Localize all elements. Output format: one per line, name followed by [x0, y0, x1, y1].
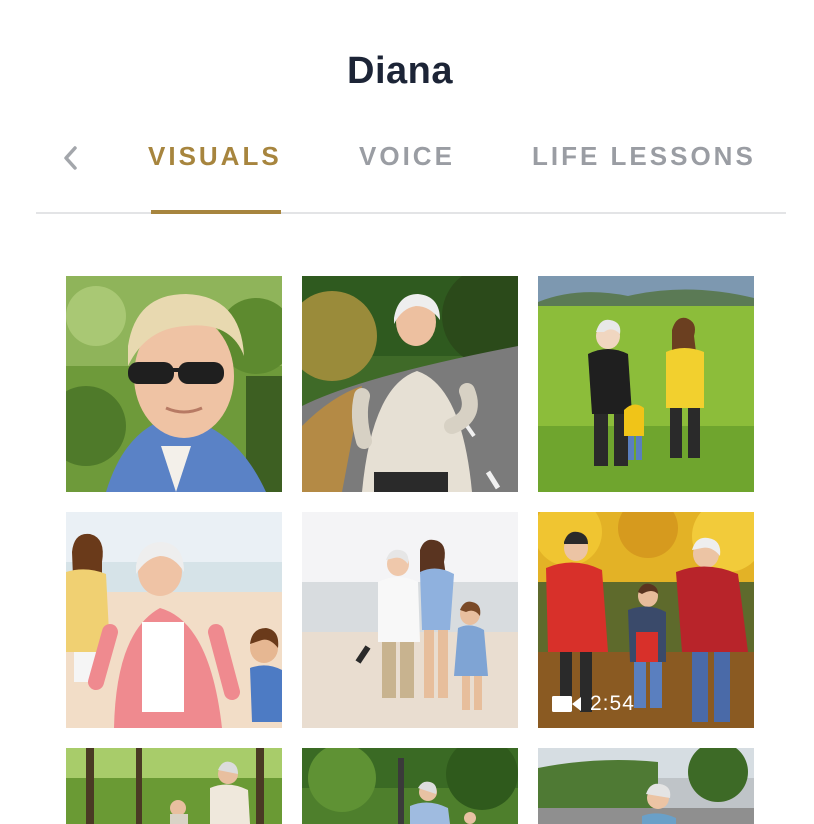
photo-image: [302, 748, 518, 824]
photo-image: [538, 748, 754, 824]
gallery-photo[interactable]: [66, 276, 282, 492]
video-camera-icon: [552, 696, 581, 712]
gallery-photo[interactable]: [66, 512, 282, 728]
gallery-photo[interactable]: [538, 276, 754, 492]
gallery-photo[interactable]: [302, 512, 518, 728]
gallery-video[interactable]: 2:54: [538, 512, 754, 728]
tab-life-lessons[interactable]: LIFE LESSONS: [532, 140, 756, 172]
tab-visuals[interactable]: VISUALS: [148, 140, 282, 172]
gallery-photo[interactable]: [538, 748, 754, 824]
tab-voice[interactable]: VOICE: [359, 140, 455, 172]
back-button[interactable]: [56, 141, 84, 175]
photo-image: [66, 276, 282, 492]
tab-divider: [36, 212, 786, 214]
chevron-left-icon: [64, 146, 77, 170]
video-duration: 2:54: [590, 692, 635, 715]
photo-image: [66, 748, 282, 824]
gallery-photo[interactable]: [66, 748, 282, 824]
gallery-photo[interactable]: [302, 276, 518, 492]
gallery-photo[interactable]: [302, 748, 518, 824]
active-tab-indicator: [151, 210, 281, 214]
photo-image: [302, 276, 518, 492]
photo-image: [538, 276, 754, 492]
photo-image: [66, 512, 282, 728]
page-title: Diana: [347, 50, 453, 92]
video-duration-badge: 2:54: [552, 692, 635, 716]
profile-page: Diana VISUALS VOICE LIFE LESSONS 2:54: [0, 0, 814, 824]
photo-image: [302, 512, 518, 728]
